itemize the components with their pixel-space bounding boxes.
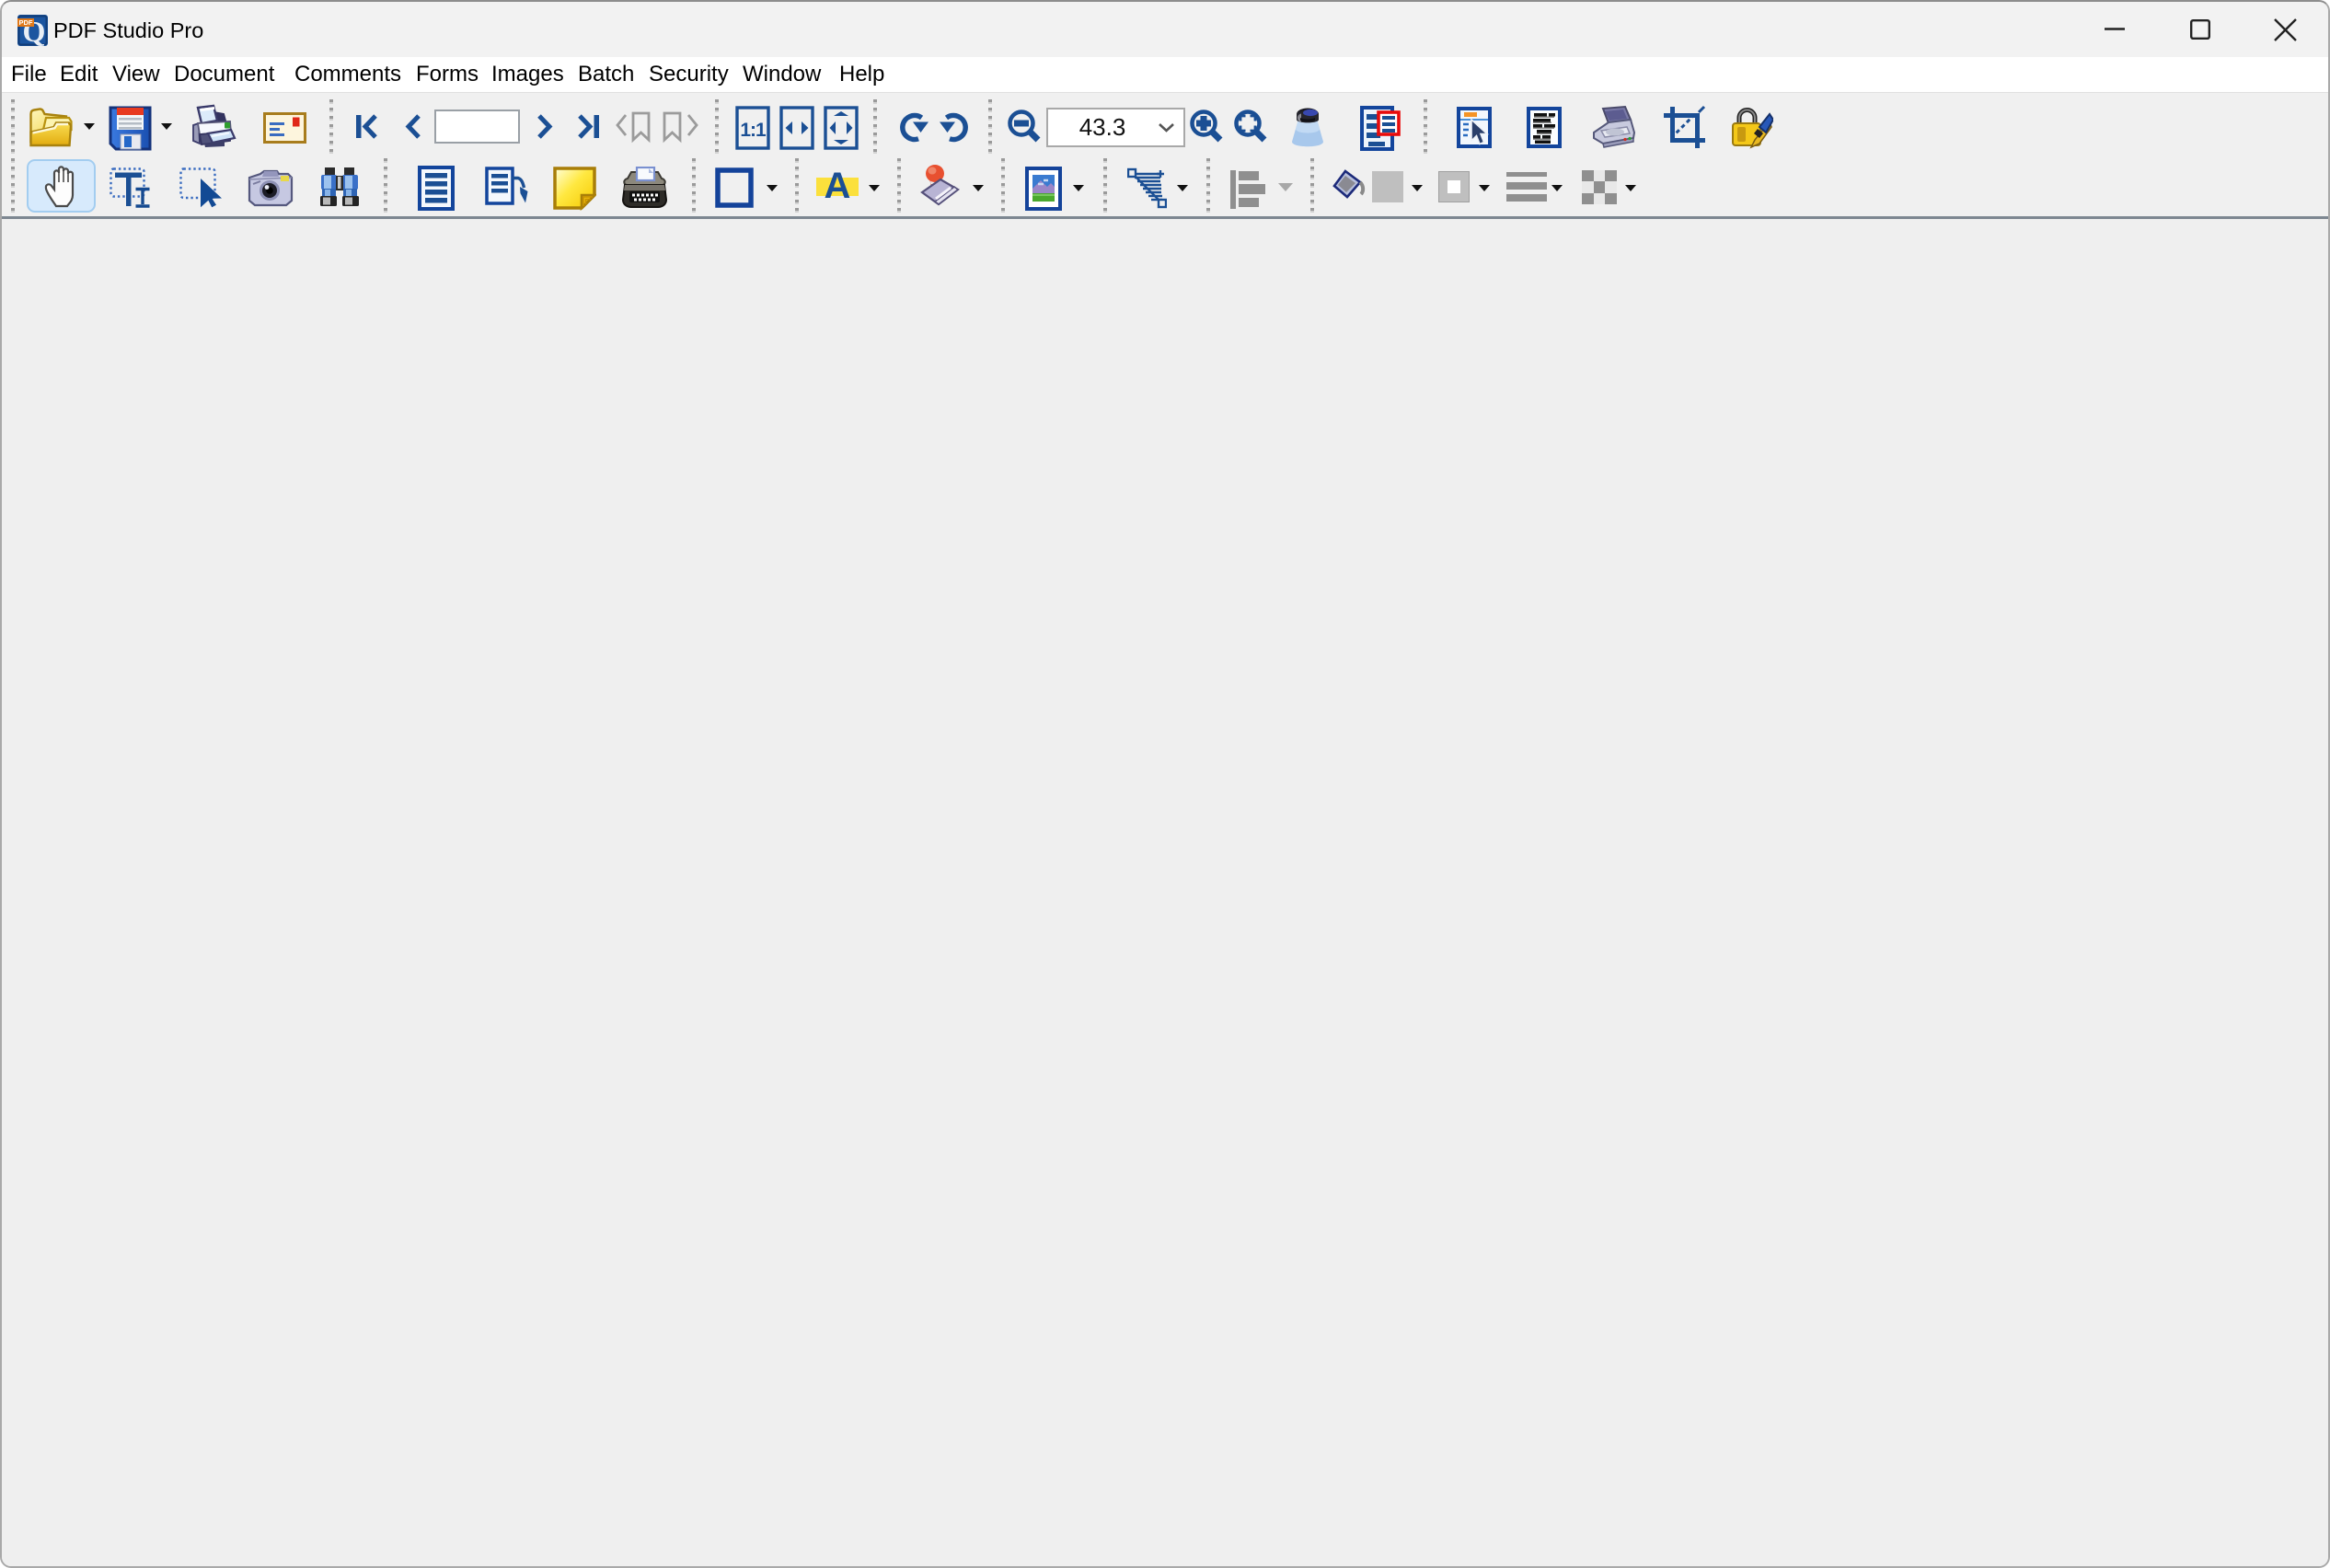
svg-text:1:1: 1:1	[740, 120, 767, 141]
svg-text:PDF: PDF	[19, 18, 33, 27]
